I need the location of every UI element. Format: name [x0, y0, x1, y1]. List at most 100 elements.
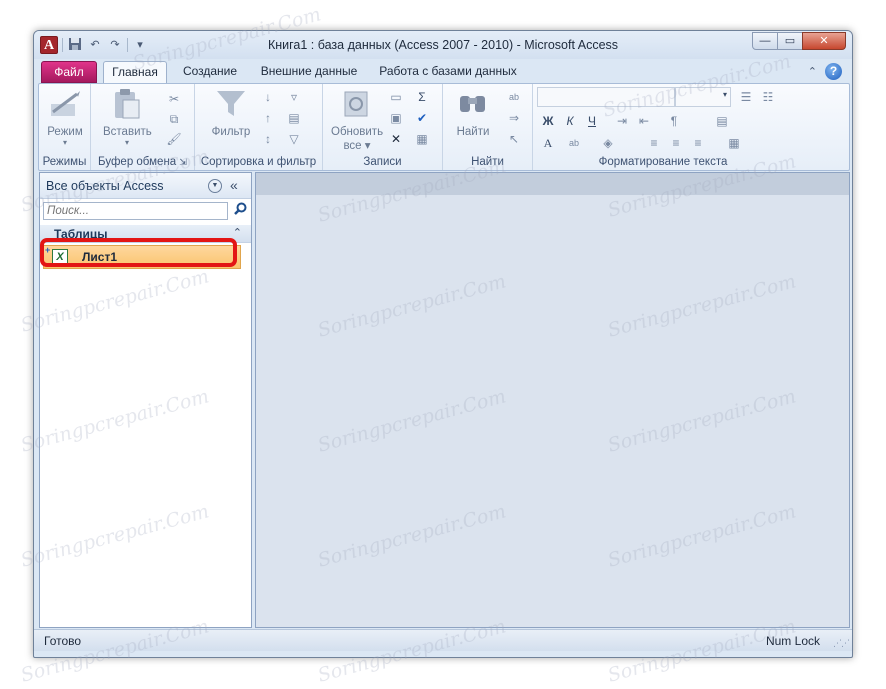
- refresh-label-1: Обновить: [331, 126, 384, 138]
- advanced-filter-icon[interactable]: ▤: [283, 109, 305, 127]
- italic-button[interactable]: К: [559, 112, 581, 130]
- num-lock-indicator: Num Lock: [765, 634, 820, 648]
- section-collapse-icon[interactable]: ⌃: [233, 226, 242, 239]
- group-text-formatting: ▾ ☰ ☷ Ж К Ч ⇥ ⇤ ¶ ▤ A ab ◈ ≡ ≡ ≡ ▦ Форма…: [533, 84, 793, 170]
- paste-icon: [115, 89, 140, 119]
- refresh-all-button[interactable]: Обновить все ▾: [331, 88, 383, 152]
- font-name-combo[interactable]: [537, 87, 675, 107]
- view-dropdown-icon: ▾: [62, 138, 67, 147]
- paste-label: Вставить: [103, 126, 152, 138]
- paste-button[interactable]: Вставить ▾: [103, 88, 152, 147]
- totals-icon[interactable]: Σ: [411, 88, 433, 106]
- dialog-launcher-icon[interactable]: ⇲: [179, 157, 187, 167]
- close-button[interactable]: ✕: [802, 32, 846, 50]
- group-records: Обновить все ▾ ▭ ▣ ✕ Σ ✔ ▦ Записи: [323, 84, 443, 170]
- nav-header: Все объекты Access ▼ «: [40, 173, 251, 199]
- group-clipboard: Вставить ▾ ✂ ⧉ 🖌 Буфер обмена ⇲: [91, 84, 195, 170]
- paragraph-direction-icon[interactable]: ¶: [663, 112, 685, 130]
- document-workspace: [255, 172, 850, 628]
- underline-button[interactable]: Ч: [581, 112, 603, 130]
- highlight-button[interactable]: ab: [563, 134, 585, 152]
- tab-file[interactable]: Файл: [41, 61, 97, 83]
- align-left-icon[interactable]: ≡: [643, 134, 665, 152]
- status-bar: Готово Num Lock ⋰⋰: [34, 629, 852, 651]
- font-size-combo[interactable]: ▾: [675, 87, 731, 107]
- bullets-icon[interactable]: ☰: [735, 88, 757, 106]
- format-painter-icon[interactable]: 🖌: [163, 130, 185, 148]
- maximize-button[interactable]: ▭: [777, 32, 803, 50]
- help-area: ⌃ ?: [808, 63, 842, 80]
- sort-ascending-icon[interactable]: ↓: [257, 88, 279, 106]
- sort-descending-icon[interactable]: ↑: [257, 109, 279, 127]
- cut-icon[interactable]: ✂: [163, 90, 185, 108]
- group-sort-filter: Фильтр ↓ ↑ ↕ ▿ ▤ ▽ Сортировка и фильтр: [195, 84, 323, 170]
- binoculars-icon: [460, 96, 485, 112]
- indent-increase-icon[interactable]: ⇥: [611, 112, 633, 130]
- group-label-clipboard-text: Буфер обмена: [98, 156, 177, 168]
- group-label-records: Записи: [363, 156, 402, 168]
- refresh-label-2-wrap: все ▾: [343, 140, 371, 152]
- tab-home[interactable]: Главная: [103, 61, 167, 83]
- align-right-icon[interactable]: ≡: [687, 134, 709, 152]
- group-views: Режим ▾ Режимы: [39, 84, 91, 170]
- paste-dropdown-icon: ▾: [124, 138, 129, 147]
- minimize-button[interactable]: —: [752, 32, 778, 50]
- search-icon[interactable]: [231, 202, 249, 220]
- select-icon[interactable]: ↖: [503, 130, 525, 148]
- group-label-text: Форматирование текста: [598, 156, 728, 168]
- nav-collapse-icon[interactable]: «: [230, 177, 238, 193]
- spelling-icon[interactable]: ✔: [411, 109, 433, 127]
- minimize-ribbon-icon[interactable]: ⌃: [808, 65, 817, 78]
- font-color-button[interactable]: A: [537, 134, 559, 152]
- resize-grip-icon[interactable]: ⋰⋰: [833, 638, 850, 649]
- help-icon[interactable]: ?: [825, 63, 842, 80]
- numbering-icon[interactable]: ☷: [757, 88, 779, 106]
- access-window: A ↶ ↷ ▾ Книга1 : база данных (Access 200…: [33, 30, 853, 658]
- view-icon: [51, 91, 80, 116]
- refresh-icon: [344, 91, 368, 117]
- document-tab-strip: [256, 173, 849, 195]
- filter-label: Фильтр: [211, 126, 251, 138]
- nav-search-input[interactable]: [43, 202, 228, 220]
- copy-icon[interactable]: ⧉: [163, 110, 185, 128]
- more-records-icon[interactable]: ▦: [411, 130, 433, 148]
- window-title: Книга1 : база данных (Access 2007 - 2010…: [267, 38, 619, 52]
- title-bar: A ↶ ↷ ▾ Книга1 : база данных (Access 200…: [34, 31, 852, 59]
- align-center-icon[interactable]: ≡: [665, 134, 687, 152]
- indent-decrease-icon[interactable]: ⇤: [633, 112, 655, 130]
- status-text: Готово: [44, 634, 82, 648]
- tab-database-tools[interactable]: Работа с базами данных: [377, 61, 519, 83]
- group-label-views: Режимы: [42, 156, 87, 168]
- new-record-icon[interactable]: ▭: [385, 88, 407, 106]
- tab-create[interactable]: Создание: [177, 61, 243, 83]
- save-record-icon[interactable]: ▣: [385, 109, 407, 127]
- background-color-icon[interactable]: ◈: [597, 134, 619, 152]
- refresh-label-2: все: [343, 140, 362, 152]
- selection-filter-icon[interactable]: ▿: [283, 88, 305, 106]
- tab-external-data[interactable]: Внешние данные: [257, 61, 361, 83]
- nav-title[interactable]: Все объекты Access: [46, 179, 164, 193]
- group-find: Найти ab ⇒ ↖ Найти: [443, 84, 533, 170]
- find-label: Найти: [456, 126, 490, 138]
- ribbon-tabs: Файл Главная Создание Внешние данные Раб…: [34, 59, 852, 83]
- window-controls: — ▭ ✕: [752, 32, 846, 50]
- nav-menu-icon[interactable]: ▼: [208, 179, 222, 193]
- highlight-annotation: [40, 238, 237, 267]
- group-label-clipboard: Буфер обмена ⇲: [91, 156, 194, 168]
- delete-record-icon[interactable]: ✕: [385, 130, 407, 148]
- replace-icon[interactable]: ab: [503, 88, 525, 106]
- view-button[interactable]: Режим ▾: [41, 88, 89, 147]
- filter-icon: [217, 91, 245, 116]
- table-grid-icon[interactable]: ▦: [723, 134, 745, 152]
- bold-button[interactable]: Ж: [537, 112, 559, 130]
- view-label: Режим: [47, 126, 83, 138]
- group-label-sort: Сортировка и фильтр: [200, 156, 317, 168]
- toggle-filter-icon[interactable]: ▽: [283, 130, 305, 148]
- clear-sort-icon[interactable]: ↕: [257, 130, 279, 148]
- find-button[interactable]: Найти: [449, 88, 497, 138]
- filter-button[interactable]: Фильтр: [207, 88, 255, 138]
- ribbon: Режим ▾ Режимы Вставить ▾ ✂ ⧉ 🖌 Буфер об…: [38, 83, 850, 171]
- gridlines-icon[interactable]: ▤: [711, 112, 733, 130]
- goto-icon[interactable]: ⇒: [503, 109, 525, 127]
- group-label-find: Найти: [471, 156, 504, 168]
